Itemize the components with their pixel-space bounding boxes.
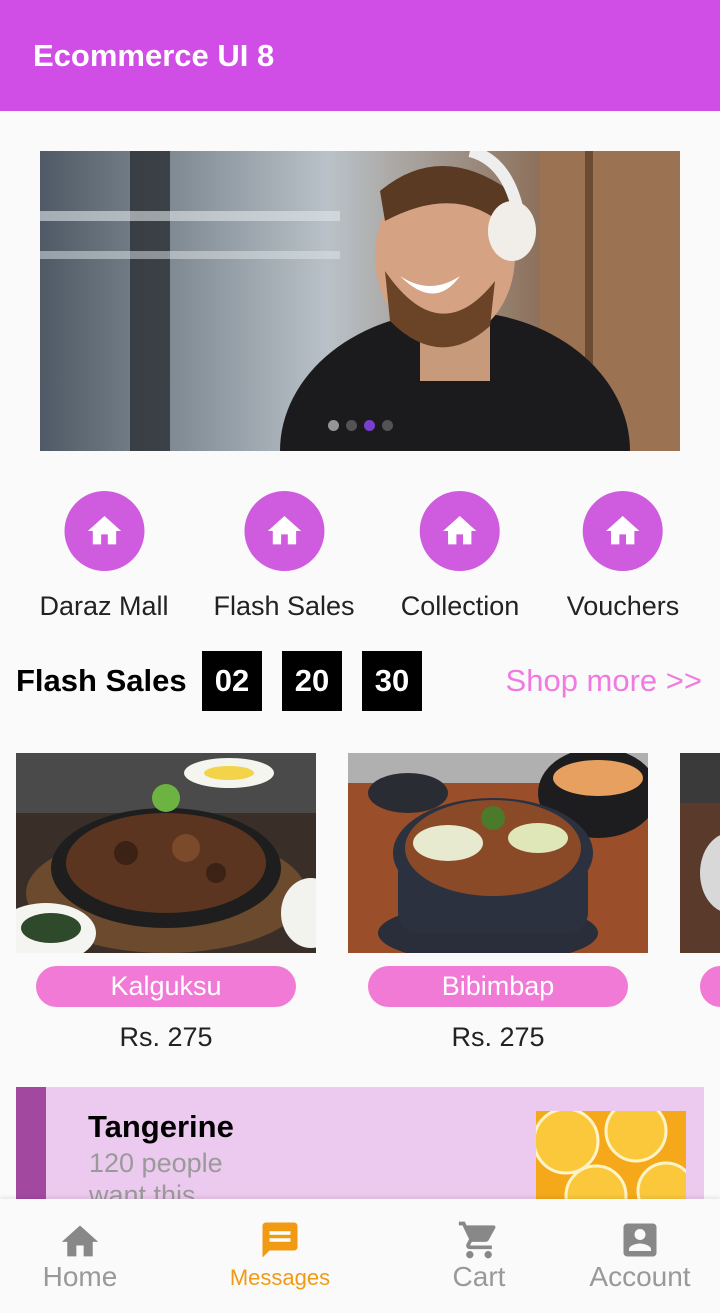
carousel-dot[interactable] <box>381 420 393 431</box>
carousel-indicators <box>40 420 680 431</box>
app-bar: Ecommerce UI 8 <box>0 0 720 111</box>
flash-sales-header: Flash Sales 02 20 30 Shop more >> <box>16 651 706 711</box>
cart-icon <box>457 1219 501 1261</box>
product-image <box>16 753 316 953</box>
banner-image <box>40 151 680 451</box>
promo-banner-carousel[interactable] <box>40 151 680 451</box>
nav-home[interactable]: Home <box>0 1199 170 1313</box>
category-flash-sales[interactable]: Flash Sales <box>213 491 355 622</box>
carousel-dot[interactable] <box>327 420 339 431</box>
category-daraz-mall[interactable]: Daraz Mall <box>39 491 169 622</box>
message-icon <box>259 1219 301 1261</box>
timer-seconds: 30 <box>362 651 422 711</box>
product-name-pill <box>700 966 720 1007</box>
product-image <box>680 753 720 953</box>
nav-cart[interactable]: Cart <box>389 1199 569 1313</box>
category-vouchers[interactable]: Vouchers <box>566 491 680 622</box>
account-icon <box>618 1219 662 1261</box>
deal-card[interactable]: Tangerine 120 people want this <box>16 1087 704 1217</box>
product-price: Rs. 275 <box>119 1022 213 1052</box>
category-label: Collection <box>400 591 520 621</box>
home-icon <box>582 491 663 571</box>
product-name-pill: Bibimbap <box>368 966 628 1007</box>
category-label: Vouchers <box>566 591 680 621</box>
product-card-partial[interactable] <box>680 753 720 1007</box>
deal-name: Tangerine <box>88 1109 234 1144</box>
home-icon <box>58 1219 102 1261</box>
nav-label: Cart <box>452 1261 506 1292</box>
carousel-dot-active[interactable] <box>363 420 375 431</box>
category-label: Daraz Mall <box>39 591 169 621</box>
nav-label: Messages <box>229 1265 331 1290</box>
bottom-navigation: Home Messages Cart Account <box>0 1199 720 1313</box>
product-name-pill: Kalguksu <box>36 966 296 1007</box>
timer-hours: 02 <box>202 651 262 711</box>
nav-label: Account <box>589 1261 691 1292</box>
product-card[interactable]: Kalguksu Rs. 275 <box>16 753 316 1053</box>
category-collection[interactable]: Collection <box>400 491 520 622</box>
carousel-dot[interactable] <box>345 420 357 431</box>
product-price: Rs. 275 <box>451 1022 545 1052</box>
nav-label: Home <box>42 1261 118 1292</box>
shop-more-link[interactable]: Shop more >> <box>506 663 702 699</box>
product-card[interactable]: Bibimbap Rs. 275 <box>348 753 648 1053</box>
flash-sale-product-list[interactable]: Kalguksu Rs. 275 Bibimbap Rs. 275 <box>0 753 720 1063</box>
nav-account[interactable]: Account <box>550 1199 720 1313</box>
timer-minutes: 20 <box>282 651 342 711</box>
category-label: Flash Sales <box>213 591 355 621</box>
flash-sales-title: Flash Sales <box>16 663 187 698</box>
nav-messages[interactable]: Messages <box>190 1199 370 1313</box>
category-row: Daraz Mall Flash Sales Collection Vouche… <box>0 491 720 631</box>
app-title: Ecommerce UI 8 <box>33 37 275 73</box>
deal-card-accent <box>16 1087 46 1217</box>
home-icon <box>243 491 324 571</box>
product-image <box>348 753 648 953</box>
home-icon <box>420 491 500 571</box>
home-icon <box>64 491 144 571</box>
